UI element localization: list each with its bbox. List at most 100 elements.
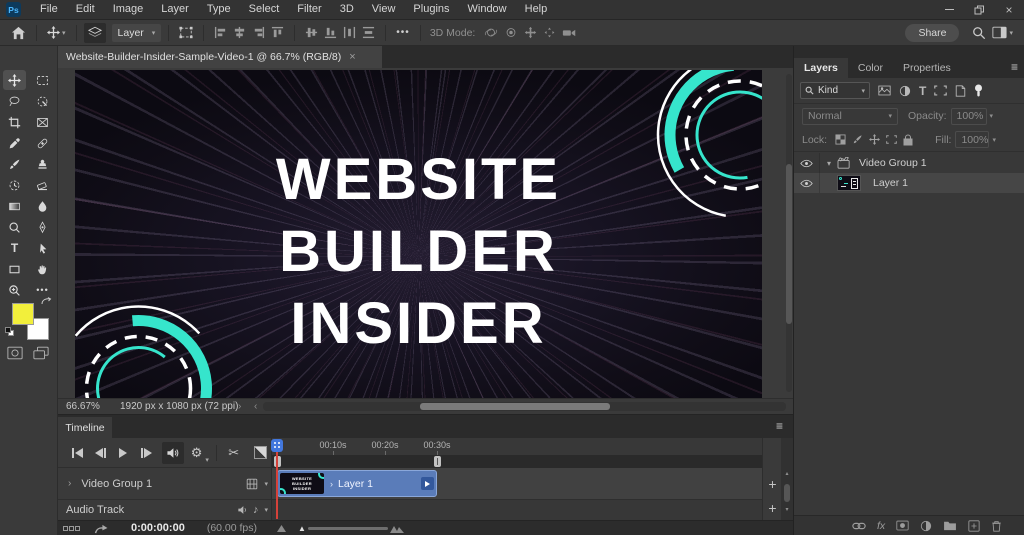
align-left-edges-icon[interactable] — [211, 23, 230, 43]
layer-row-video-group[interactable]: ▾ Video Group 1 — [794, 153, 1024, 173]
canvas-horizontal-scrollbar[interactable] — [263, 402, 786, 411]
history-brush-tool[interactable] — [3, 175, 26, 195]
video-group-track-header[interactable]: › Video Group 1 ▾ — [58, 468, 272, 500]
timeline-menu-icon[interactable]: ≡ — [776, 419, 783, 433]
scroll-down-icon[interactable]: ▾ — [781, 506, 793, 513]
layer-effects-icon[interactable]: fx — [877, 520, 885, 532]
type-tool[interactable]: T — [3, 238, 26, 258]
filter-adjustment-layers-icon[interactable] — [899, 85, 911, 97]
search-icon[interactable] — [969, 23, 989, 43]
split-clip-scissors-icon[interactable]: ✂ — [222, 442, 245, 464]
3d-slide-icon[interactable] — [540, 23, 559, 43]
timeline-zoom-slider-thumb[interactable]: ▲ — [298, 524, 306, 533]
zoom-out-mountain-icon[interactable] — [277, 525, 286, 532]
previous-frame-button[interactable] — [89, 442, 112, 464]
play-button[interactable] — [112, 442, 135, 464]
timeline-tab[interactable]: Timeline — [58, 417, 112, 439]
next-frame-button[interactable] — [135, 442, 158, 464]
menu-view[interactable]: View — [363, 0, 405, 19]
status-chevron-icon[interactable]: › — [238, 401, 241, 412]
3d-orbit-icon[interactable] — [481, 23, 501, 43]
tab-color[interactable]: Color — [848, 58, 893, 78]
canvas-vertical-scrollbar[interactable] — [786, 74, 792, 392]
align-top-edges-icon[interactable] — [268, 23, 287, 43]
filter-shape-layers-icon[interactable] — [934, 85, 947, 96]
new-group-folder-icon[interactable] — [943, 520, 957, 531]
swap-colors-icon[interactable] — [40, 296, 52, 307]
blur-tool[interactable] — [31, 196, 54, 216]
zoom-in-mountain-icon[interactable] — [390, 524, 404, 533]
audio-note-icon[interactable]: ♪ — [253, 504, 259, 516]
new-layer-icon[interactable] — [968, 520, 980, 532]
add-audio-media-button[interactable]: + — [763, 500, 782, 516]
work-area-end-handle[interactable] — [434, 456, 441, 467]
scroll-left-arrow-icon[interactable]: ‹ — [254, 401, 257, 412]
menu-edit[interactable]: Edit — [67, 0, 104, 19]
hand-tool[interactable] — [31, 259, 54, 279]
object-selection-tool[interactable] — [31, 91, 54, 111]
add-mask-icon[interactable] — [896, 520, 909, 531]
group-collapse-icon[interactable]: ▾ — [827, 159, 831, 168]
document-tab-close-icon[interactable]: × — [349, 51, 355, 63]
lock-transparency-icon[interactable] — [835, 134, 846, 145]
menu-select[interactable]: Select — [240, 0, 289, 19]
align-horizontal-centers-icon[interactable] — [230, 23, 249, 43]
video-filter-dropdown-icon[interactable]: ▾ — [264, 480, 268, 488]
clip-options-icon[interactable] — [421, 477, 434, 490]
adjustment-layer-icon[interactable] — [920, 520, 932, 532]
fill-value[interactable]: 100% — [955, 131, 989, 148]
audio-track-header[interactable]: Audio Track ♪ ▾ — [58, 500, 272, 520]
foreground-color-swatch[interactable] — [12, 303, 34, 325]
menu-window[interactable]: Window — [459, 0, 516, 19]
audio-mute-icon[interactable] — [237, 505, 249, 515]
clone-stamp-tool[interactable] — [31, 154, 54, 174]
filter-pin-icon[interactable] — [974, 84, 983, 97]
first-frame-button[interactable] — [66, 442, 89, 464]
more-options-icon[interactable]: ••• — [393, 23, 413, 43]
menu-type[interactable]: Type — [198, 0, 240, 19]
path-selection-tool[interactable] — [31, 238, 54, 258]
eraser-tool[interactable] — [31, 175, 54, 195]
menu-layer[interactable]: Layer — [152, 0, 198, 19]
delete-layer-trash-icon[interactable] — [991, 520, 1002, 532]
distribute-horizontal-icon[interactable] — [340, 23, 359, 43]
3d-pan-icon[interactable] — [521, 23, 540, 43]
opacity-value[interactable]: 100% — [951, 108, 987, 125]
lock-pixels-icon[interactable] — [852, 134, 863, 145]
panel-menu-icon[interactable]: ≡ — [1011, 60, 1018, 74]
lasso-tool[interactable] — [3, 91, 26, 111]
filter-type-layers-icon[interactable]: T — [919, 84, 926, 98]
lock-position-icon[interactable] — [869, 134, 880, 145]
close-button[interactable]: × — [994, 0, 1024, 19]
tab-properties[interactable]: Properties — [893, 58, 961, 78]
audio-dropdown-icon[interactable]: ▾ — [264, 506, 268, 514]
crop-tool[interactable] — [3, 112, 26, 132]
track-expand-icon[interactable]: › — [68, 478, 71, 489]
visibility-eye-icon[interactable] — [800, 179, 813, 188]
scrollbar-thumb[interactable] — [420, 403, 610, 410]
frame-view-icon[interactable] — [63, 526, 80, 531]
distribute-vertical-icon[interactable] — [359, 23, 378, 43]
filter-smart-objects-icon[interactable] — [955, 85, 966, 97]
menu-file[interactable]: File — [31, 0, 67, 19]
rectangle-tool[interactable] — [3, 259, 26, 279]
move-tool[interactable] — [3, 70, 26, 90]
blend-mode-dropdown[interactable]: Normal▾ — [802, 108, 898, 125]
timeline-vertical-scrollbar[interactable]: ▴ ▾ — [781, 438, 793, 520]
3d-roll-icon[interactable] — [501, 23, 521, 43]
dodge-tool[interactable] — [3, 217, 26, 237]
timeline-settings-gear-icon[interactable]: ⚙▾ — [188, 442, 211, 464]
add-video-media-button[interactable]: + — [763, 476, 782, 492]
show-transform-controls-icon[interactable] — [176, 23, 196, 43]
restore-button[interactable] — [964, 0, 994, 19]
rectangular-marquee-tool[interactable] — [31, 70, 54, 90]
eyedropper-tool[interactable] — [3, 133, 26, 153]
frame-tool[interactable] — [31, 112, 54, 132]
lock-artboard-icon[interactable] — [886, 134, 897, 145]
align-vertical-centers-icon[interactable] — [302, 23, 321, 43]
pen-tool[interactable] — [31, 217, 54, 237]
move-tool-icon[interactable]: ▾ — [44, 23, 69, 43]
transition-button[interactable] — [249, 442, 272, 464]
mute-audio-button[interactable] — [162, 442, 185, 464]
clip-expand-icon[interactable]: › — [330, 479, 333, 489]
